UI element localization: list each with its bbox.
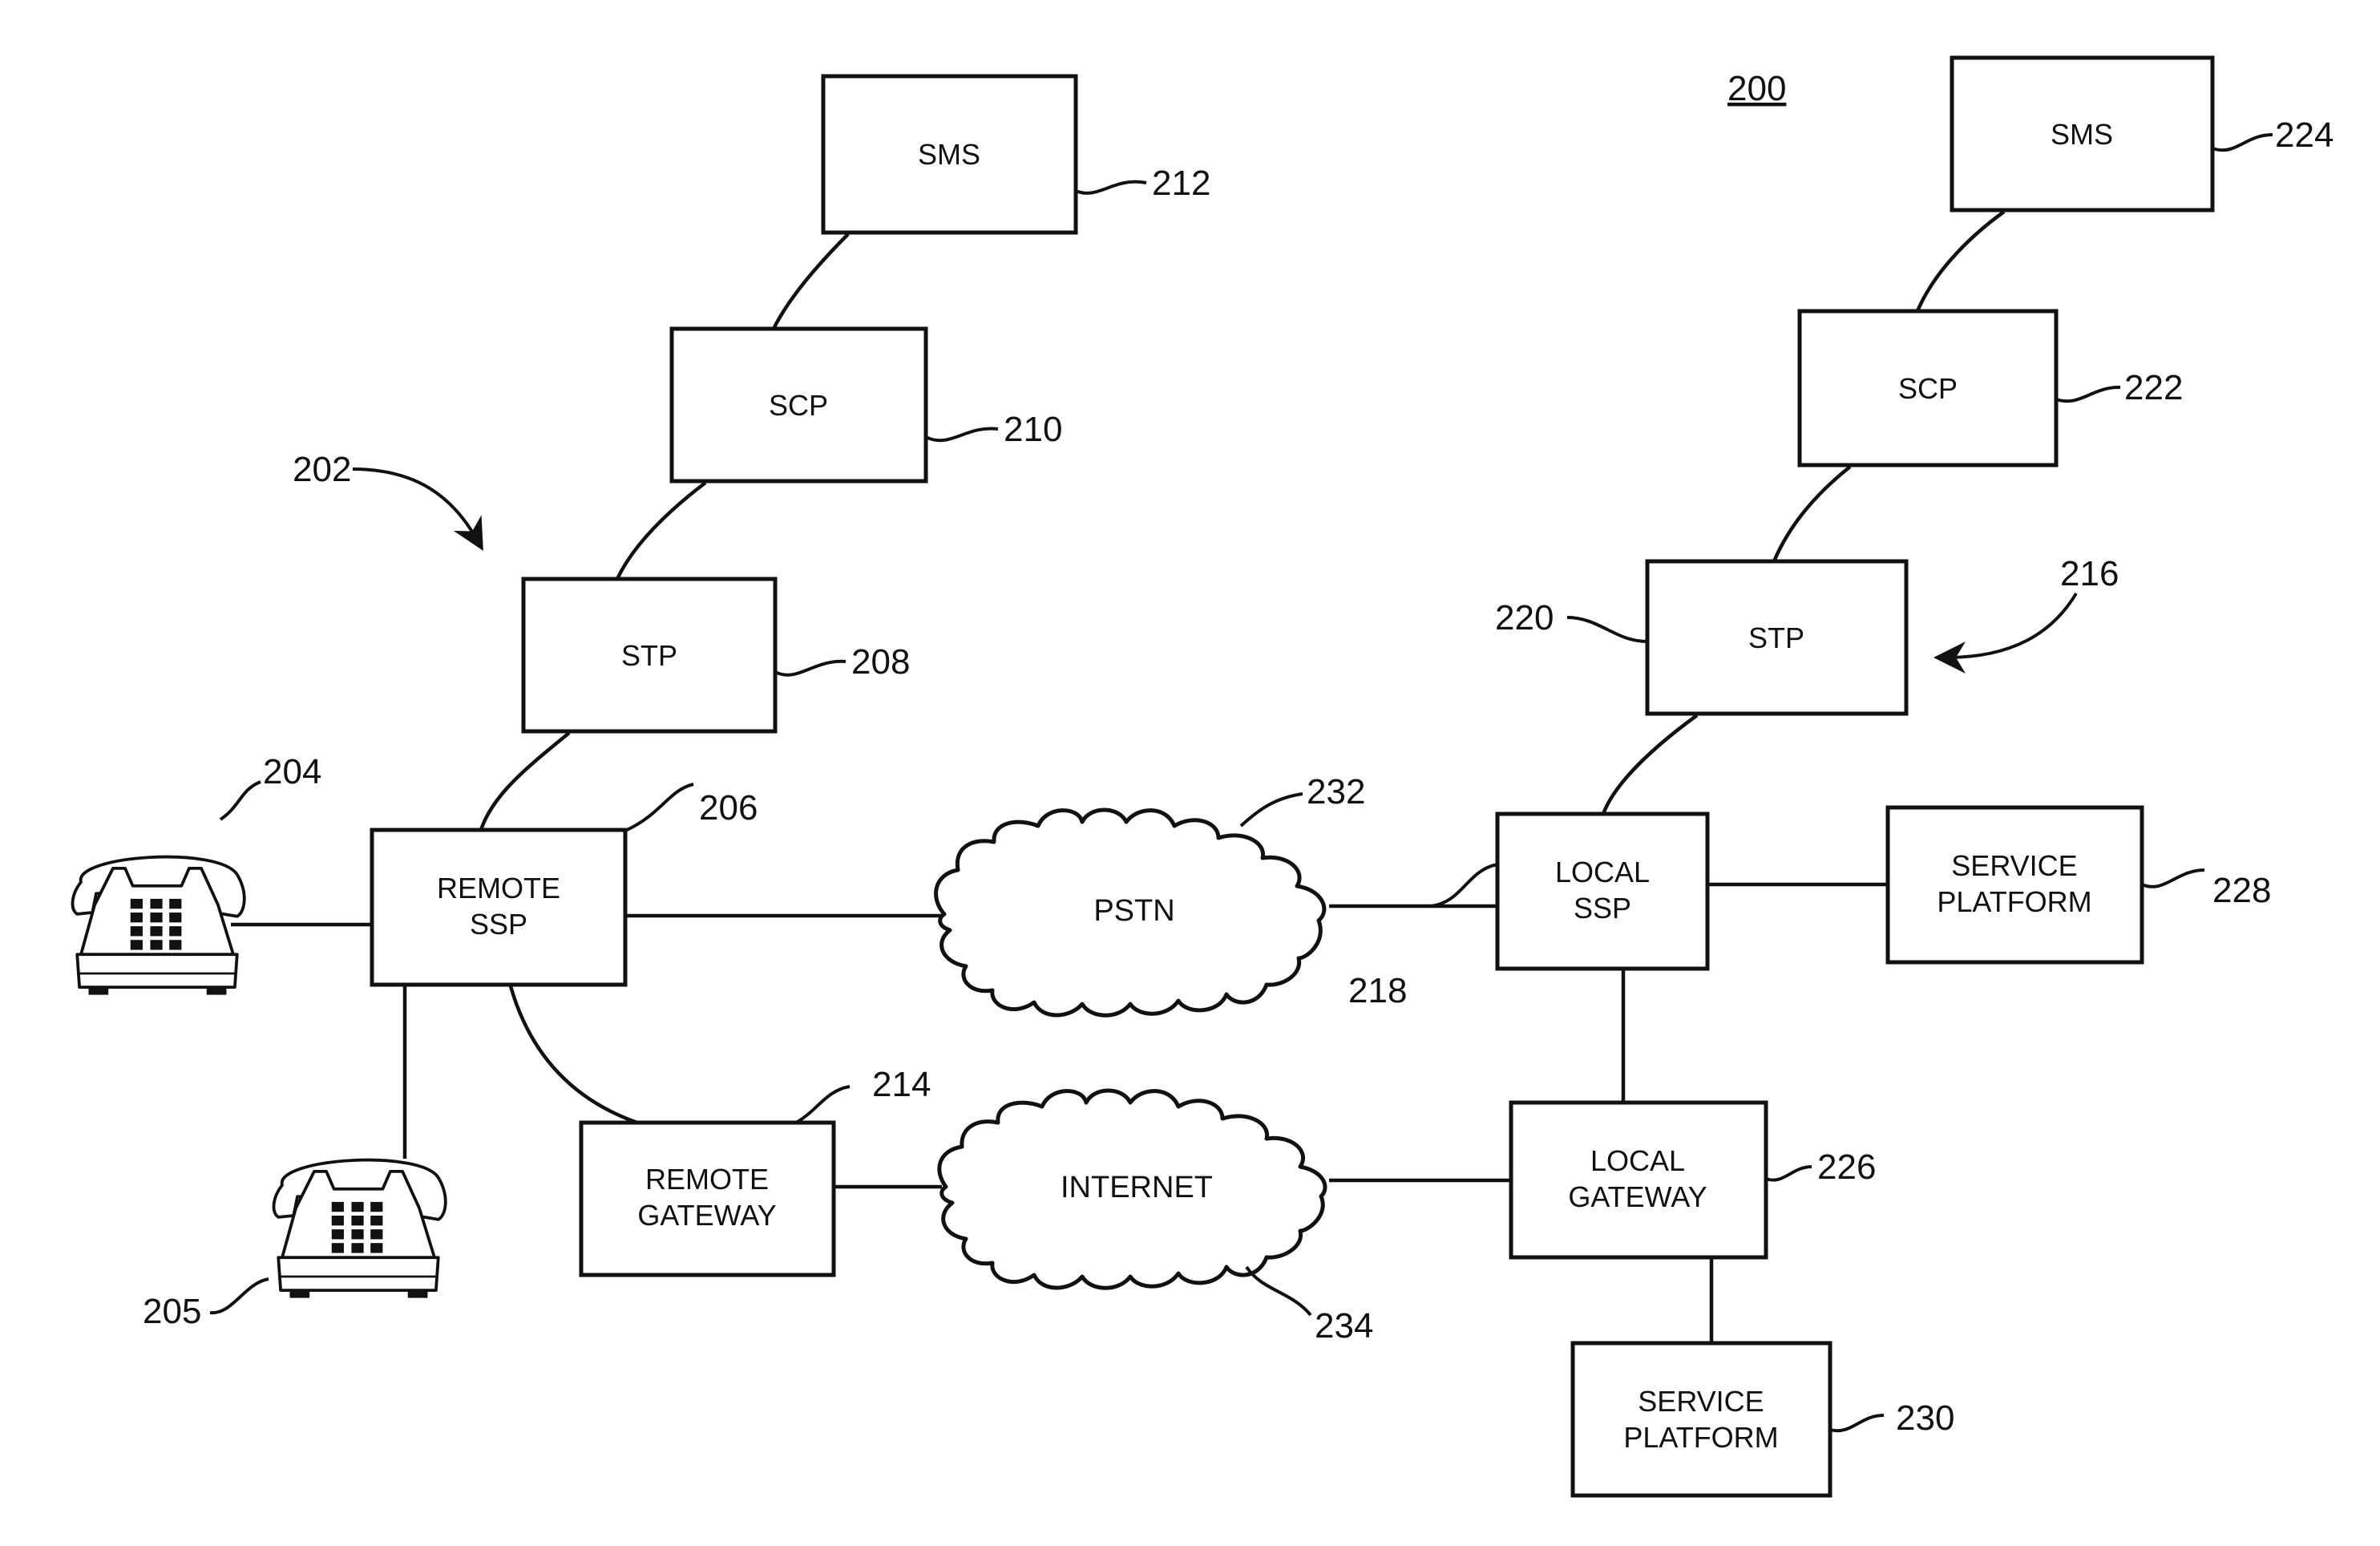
local-gateway-label-line1: LOCAL (1590, 1144, 1685, 1177)
ref-222: 222 (2124, 368, 2183, 407)
stp-208-label: STP (621, 639, 677, 672)
local-gateway-226: LOCAL GATEWAY (1509, 1100, 1768, 1260)
ref-202: 202 (293, 450, 351, 489)
ref-212: 212 (1152, 164, 1210, 203)
link-scp210-stp208 (615, 481, 707, 580)
remote-gateway-label-line1: REMOTE (645, 1163, 769, 1196)
service-platform-230: SERVICE PLATFORM (1570, 1341, 1832, 1498)
ref-228: 228 (2212, 871, 2271, 910)
stp-220-label: STP (1748, 621, 1804, 654)
link-stp208-ssp206 (479, 731, 571, 831)
remote-ssp-label-line2: SSP (470, 908, 527, 941)
ref-206: 206 (699, 788, 758, 828)
ref-220: 220 (1495, 598, 1554, 637)
ref-232: 232 (1307, 772, 1365, 811)
scp-210: SCP (669, 326, 928, 484)
local-ssp-218: LOCAL SSP (1495, 811, 1710, 971)
sms-212-label: SMS (918, 138, 980, 171)
ref-205: 205 (143, 1292, 201, 1331)
ref-224: 224 (2275, 115, 2334, 155)
link-ssp206-gateway214 (508, 985, 638, 1125)
ref-216: 216 (2060, 554, 2119, 593)
link-sms224-scp222 (1915, 210, 2006, 312)
ref-210: 210 (1004, 410, 1062, 449)
link-stp220-ssp218 (1601, 714, 1699, 815)
local-ssp-label-line2: SSP (1574, 892, 1631, 925)
figure-ref-200: 200 (1727, 69, 1786, 108)
link-scp222-stp220 (1772, 465, 1852, 562)
remote-gateway-label-line2: GATEWAY (637, 1199, 776, 1232)
scp-222-label: SCP (1898, 372, 1958, 405)
stp-220: STP (1645, 559, 1909, 716)
remote-ssp-206: REMOTE SSP (370, 828, 628, 987)
service-platform-228-line1: SERVICE (1951, 849, 2077, 882)
sms-224: SMS (1950, 55, 2215, 212)
link-sms212-scp210 (771, 233, 850, 330)
ref-204: 204 (263, 752, 321, 791)
service-platform-228: SERVICE PLATFORM (1885, 805, 2144, 965)
telephone-icon (71, 855, 246, 997)
ref-230: 230 (1896, 1398, 1954, 1438)
service-platform-230-line2: PLATFORM (1623, 1421, 1778, 1454)
ref-218: 218 (1348, 971, 1407, 1010)
sms-224-label: SMS (2051, 118, 2113, 151)
ref-234: 234 (1315, 1306, 1373, 1346)
scp-210-label: SCP (769, 389, 828, 422)
internet-label: INTERNET (1061, 1171, 1213, 1204)
service-platform-230-line1: SERVICE (1638, 1385, 1764, 1418)
network-diagram: PSTN INTERNET SMS SCP STP REMOTE SSP REM… (71, 55, 2334, 1498)
ref-226: 226 (1817, 1147, 1876, 1187)
remote-gateway-214: REMOTE GATEWAY (579, 1120, 836, 1277)
ref-214: 214 (872, 1065, 931, 1104)
pstn-label: PSTN (1093, 894, 1174, 928)
ref-208: 208 (851, 642, 910, 682)
internet-cloud: INTERNET (937, 1088, 1327, 1290)
pstn-cloud: PSTN (934, 807, 1327, 1018)
sms-212: SMS (821, 74, 1078, 235)
local-gateway-label-line2: GATEWAY (1568, 1180, 1707, 1213)
remote-ssp-label-line1: REMOTE (437, 872, 560, 905)
stp-208: STP (521, 577, 778, 734)
scp-222: SCP (1797, 309, 2059, 467)
telephone-icon (272, 1158, 447, 1300)
service-platform-228-line2: PLATFORM (1937, 885, 2091, 918)
local-ssp-label-line1: LOCAL (1555, 856, 1650, 888)
